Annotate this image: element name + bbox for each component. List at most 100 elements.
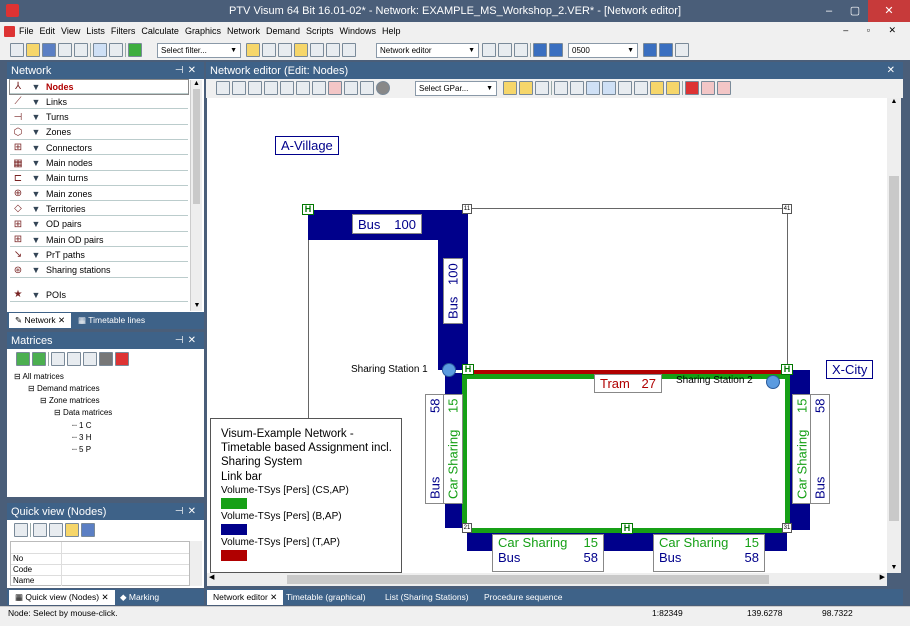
- tab-network-editor[interactable]: Network editor ✕: [207, 590, 284, 605]
- marker-icon[interactable]: [650, 81, 664, 95]
- select-area-icon[interactable]: [296, 81, 310, 95]
- network-item-main-od-pairs[interactable]: ⊞ ▼ Main OD pairs: [10, 233, 188, 247]
- stop-icon[interactable]: [675, 43, 689, 57]
- clear-icon[interactable]: [717, 81, 731, 95]
- label-tram[interactable]: Tram 27: [594, 374, 662, 393]
- tab-network[interactable]: ✎ Network ✕: [9, 313, 72, 328]
- network-canvas[interactable]: A-Village X-City Bus 100 Bus 100 Tram 27 Bu…: [207, 98, 887, 573]
- stop-point-icon[interactable]: H: [621, 523, 633, 534]
- scroll-down-icon[interactable]: ▼: [191, 302, 203, 309]
- node-41[interactable]: 41: [782, 204, 792, 214]
- zoom-in-icon[interactable]: [570, 81, 584, 95]
- tab-quickview[interactable]: ▦ Quick view (Nodes) ✕: [9, 590, 115, 605]
- pencil-icon[interactable]: [666, 81, 680, 95]
- node-21[interactable]: 21: [462, 523, 472, 533]
- network-item-prt-paths[interactable]: ↘ ▼ PrT paths: [10, 248, 188, 263]
- maximize-icon[interactable]: ▢: [842, 0, 868, 22]
- filter-icon[interactable]: ▼: [26, 127, 46, 137]
- qv-select-icon[interactable]: [14, 523, 28, 537]
- matrix-delete-icon[interactable]: [115, 352, 129, 366]
- node-11[interactable]: 11: [462, 204, 472, 214]
- scroll-thumb[interactable]: [287, 575, 769, 584]
- tree-demand-matrices[interactable]: ⊟ Demand matrices: [28, 384, 100, 393]
- scroll-right-icon[interactable]: ▶: [880, 573, 885, 581]
- filter-icon[interactable]: ▼: [26, 250, 46, 260]
- network-item-main-zones[interactable]: ⊕ ▼ Main zones: [10, 187, 188, 202]
- tab-timetable-lines[interactable]: ▦ Timetable lines: [72, 313, 151, 328]
- pan-icon[interactable]: [216, 81, 230, 95]
- menu-view[interactable]: View: [61, 26, 80, 36]
- play-back-icon[interactable]: [549, 43, 563, 57]
- car-sharing-bar-right[interactable]: [785, 374, 790, 532]
- matrix-calc-icon[interactable]: [67, 352, 81, 366]
- run-icon[interactable]: [128, 43, 142, 57]
- print-icon[interactable]: [74, 43, 88, 57]
- mdi-controls[interactable]: – ▫ ✕: [843, 25, 904, 36]
- layout-2-icon[interactable]: [498, 43, 512, 57]
- flag-icon[interactable]: [326, 43, 340, 57]
- menu-help[interactable]: Help: [382, 26, 401, 36]
- save-as-icon[interactable]: [58, 43, 72, 57]
- menu-network[interactable]: Network: [227, 26, 260, 36]
- tab-list-sharing-stations[interactable]: List (Sharing Stations): [379, 590, 475, 604]
- gpar-edit-icon[interactable]: [535, 81, 549, 95]
- pointer-icon[interactable]: [232, 81, 246, 95]
- zoom-icon[interactable]: [248, 81, 262, 95]
- network-item-main-nodes[interactable]: ▦ ▼ Main nodes: [10, 156, 188, 171]
- minimize-icon[interactable]: –: [816, 0, 842, 22]
- globe-icon[interactable]: [618, 81, 632, 95]
- scroll-thumb[interactable]: [193, 89, 200, 204]
- network-item-sharing-stations[interactable]: ⊛ ▼ Sharing stations: [10, 263, 188, 278]
- panel-pin-close-icon[interactable]: ⊣✕: [175, 65, 200, 76]
- stop-point-icon[interactable]: H: [302, 204, 314, 215]
- sharing-station-1-marker[interactable]: [442, 363, 456, 377]
- menu-demand[interactable]: Demand: [266, 26, 300, 36]
- tree-data-matrices[interactable]: ⊟ Data matrices: [54, 408, 112, 417]
- scroll-up-icon[interactable]: ▲: [887, 98, 901, 105]
- matrix-copy-icon[interactable]: [83, 352, 97, 366]
- label-left-car-sharing[interactable]: Car Sharing 15: [443, 394, 463, 504]
- new-icon[interactable]: [10, 43, 24, 57]
- tree-matrix-5p[interactable]: ┈ 5 P: [72, 445, 91, 454]
- tab-marking[interactable]: ◆ Marking: [114, 590, 165, 605]
- qv-copy-icon[interactable]: [33, 523, 47, 537]
- network-item-od-pairs[interactable]: ⊞ ▼ OD pairs: [10, 217, 188, 232]
- network-item-pois[interactable]: ★ ▼ POIs: [10, 288, 188, 302]
- network-item-zones[interactable]: ⬡ ▼ Zones: [10, 125, 188, 140]
- menu-graphics[interactable]: Graphics: [185, 26, 221, 36]
- menu-lists[interactable]: Lists: [86, 26, 105, 36]
- filter-icon[interactable]: ▼: [26, 173, 46, 183]
- spread-icon[interactable]: [344, 81, 358, 95]
- matrix-record-icon[interactable]: [99, 352, 113, 366]
- select-poly-icon[interactable]: [312, 81, 326, 95]
- menu-scripts[interactable]: Scripts: [306, 26, 334, 36]
- label-left-bus-values[interactable]: Bus 58: [425, 394, 445, 504]
- quickview-scrollbar[interactable]: [190, 541, 202, 586]
- network-item-territories[interactable]: ◇ ▼ Territories: [10, 202, 188, 217]
- qv-save-icon[interactable]: [81, 523, 95, 537]
- redo-icon[interactable]: [109, 43, 123, 57]
- filter-icon[interactable]: ▼: [26, 82, 46, 92]
- matrix-edit-icon[interactable]: [51, 352, 65, 366]
- forward-icon[interactable]: [602, 81, 616, 95]
- filter-icon[interactable]: ▼: [26, 290, 46, 300]
- app-icon[interactable]: [6, 4, 19, 17]
- tree-matrix-3h[interactable]: ┈ 3 H: [72, 433, 92, 442]
- tab-procedure-sequence[interactable]: Procedure sequence: [478, 590, 568, 604]
- back-icon[interactable]: [586, 81, 600, 95]
- filter-icon[interactable]: ▼: [26, 143, 46, 153]
- prev-time-icon[interactable]: [533, 43, 547, 57]
- camera-icon[interactable]: [360, 81, 374, 95]
- record-red-icon[interactable]: [685, 81, 699, 95]
- undo-icon[interactable]: [93, 43, 107, 57]
- filter-icon[interactable]: ▼: [26, 235, 46, 245]
- filter-icon[interactable]: ▼: [26, 204, 46, 214]
- menu-calculate[interactable]: Calculate: [141, 26, 179, 36]
- filter-edit-icon[interactable]: [262, 43, 276, 57]
- time-select[interactable]: 0500 ▼: [568, 43, 638, 58]
- filter-icon[interactable]: ▼: [26, 265, 46, 275]
- filter-icon[interactable]: ▼: [26, 219, 46, 229]
- editor-vscrollbar[interactable]: ▲ ▼: [887, 98, 901, 573]
- next-time-icon[interactable]: [659, 43, 673, 57]
- legend[interactable]: Visum-Example Network - Timetable based …: [210, 418, 402, 573]
